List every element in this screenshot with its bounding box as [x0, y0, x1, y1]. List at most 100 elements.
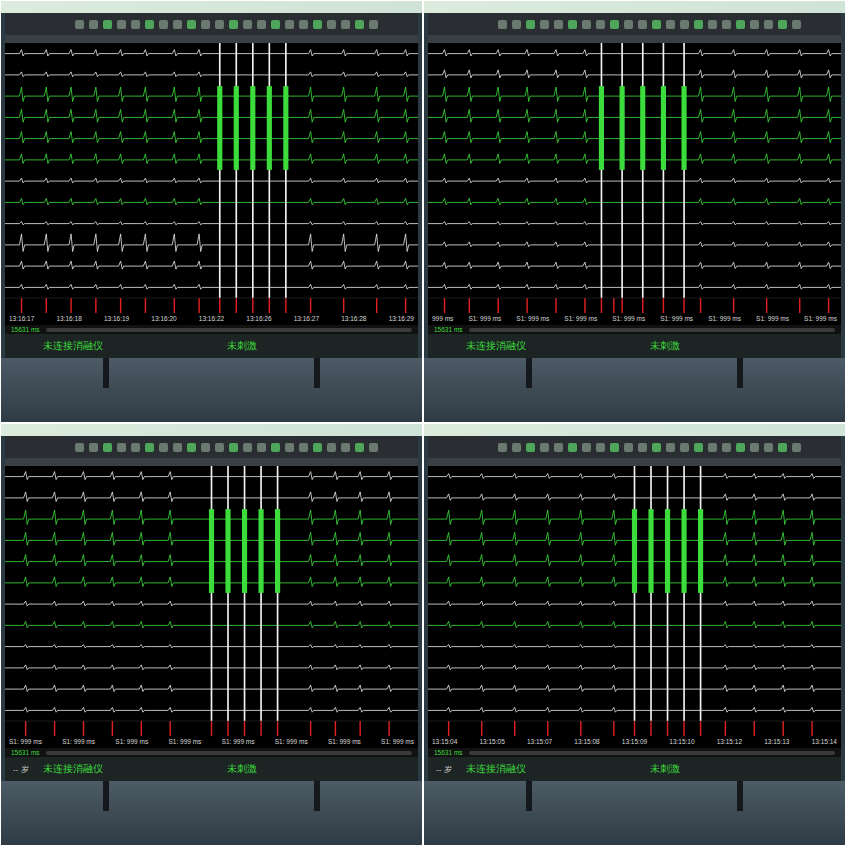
tool-icon[interactable]: [187, 20, 196, 29]
tool-icon[interactable]: [624, 20, 633, 29]
tool-icon[interactable]: [229, 443, 238, 452]
tool-icon[interactable]: [792, 20, 801, 29]
ruler-label: 13:16:22: [199, 314, 224, 324]
tool-icon[interactable]: [299, 20, 308, 29]
tool-icon[interactable]: [512, 20, 521, 29]
tool-icon[interactable]: [498, 20, 507, 29]
tool-icon[interactable]: [512, 443, 521, 452]
tool-icon[interactable]: [313, 443, 322, 452]
scrollbar[interactable]: [469, 328, 835, 332]
tool-icon[interactable]: [568, 443, 577, 452]
tool-icon[interactable]: [271, 20, 280, 29]
tool-icon[interactable]: [243, 443, 252, 452]
tool-icon[interactable]: [355, 20, 364, 29]
tool-icon[interactable]: [243, 20, 252, 29]
tool-icon[interactable]: [750, 443, 759, 452]
tool-icon[interactable]: [792, 443, 801, 452]
pacing-band: [283, 86, 288, 170]
tool-icon[interactable]: [327, 20, 336, 29]
tool-icon[interactable]: [694, 20, 703, 29]
tool-icon[interactable]: [173, 443, 182, 452]
tool-icon[interactable]: [708, 443, 717, 452]
tool-icon[interactable]: [257, 443, 266, 452]
tool-icon[interactable]: [117, 443, 126, 452]
tool-icon[interactable]: [778, 20, 787, 29]
sub-bar: [428, 458, 841, 466]
channel-trace: [5, 132, 418, 143]
tool-icon[interactable]: [526, 20, 535, 29]
tool-icon[interactable]: [285, 20, 294, 29]
tool-icon[interactable]: [327, 443, 336, 452]
tool-icon[interactable]: [89, 443, 98, 452]
scrollbar[interactable]: [469, 751, 835, 755]
tool-icon[interactable]: [103, 443, 112, 452]
tool-icon[interactable]: [764, 20, 773, 29]
tool-icon[interactable]: [610, 20, 619, 29]
tool-icon[interactable]: [652, 443, 661, 452]
tool-icon[interactable]: [624, 443, 633, 452]
tool-icon[interactable]: [285, 443, 294, 452]
tool-icon[interactable]: [582, 20, 591, 29]
tool-icon[interactable]: [498, 443, 507, 452]
tool-icon[interactable]: [568, 20, 577, 29]
tool-icon[interactable]: [159, 443, 168, 452]
tool-icon[interactable]: [187, 443, 196, 452]
pacing-spike: [667, 466, 669, 721]
tool-icon[interactable]: [271, 443, 280, 452]
tool-icon[interactable]: [722, 443, 731, 452]
tool-icon[interactable]: [159, 20, 168, 29]
tool-icon[interactable]: [145, 443, 154, 452]
tool-icon[interactable]: [131, 20, 140, 29]
tool-icon[interactable]: [89, 20, 98, 29]
tool-icon[interactable]: [750, 20, 759, 29]
tool-icon[interactable]: [173, 20, 182, 29]
tool-icon[interactable]: [131, 443, 140, 452]
tool-icon[interactable]: [369, 443, 378, 452]
tool-icon[interactable]: [145, 20, 154, 29]
tool-icon[interactable]: [596, 443, 605, 452]
tool-icon[interactable]: [638, 20, 647, 29]
tool-icon[interactable]: [694, 443, 703, 452]
tool-icon[interactable]: [341, 20, 350, 29]
tool-icon[interactable]: [313, 20, 322, 29]
tool-icon[interactable]: [229, 20, 238, 29]
tool-icon[interactable]: [117, 20, 126, 29]
tool-icon[interactable]: [652, 20, 661, 29]
tool-icon[interactable]: [596, 20, 605, 29]
tool-icon[interactable]: [708, 20, 717, 29]
tool-icon[interactable]: [736, 443, 745, 452]
tool-icon[interactable]: [540, 443, 549, 452]
tool-icon[interactable]: [540, 20, 549, 29]
tool-icon[interactable]: [778, 443, 787, 452]
tool-icon[interactable]: [341, 443, 350, 452]
tool-icon[interactable]: [582, 443, 591, 452]
tool-icon[interactable]: [215, 443, 224, 452]
tool-icon[interactable]: [736, 20, 745, 29]
stim-marker: [211, 721, 212, 736]
tool-icon[interactable]: [666, 443, 675, 452]
tool-icon[interactable]: [201, 20, 210, 29]
tool-icon[interactable]: [526, 443, 535, 452]
tool-icon[interactable]: [201, 443, 210, 452]
tool-icon[interactable]: [369, 20, 378, 29]
tool-icon[interactable]: [355, 443, 364, 452]
scrollbar[interactable]: [46, 751, 412, 755]
tool-icon[interactable]: [257, 20, 266, 29]
tool-icon[interactable]: [215, 20, 224, 29]
status-bar: 未连接消融仪未刺激: [5, 334, 418, 358]
stim-status: 未刺激: [227, 762, 257, 776]
tool-icon[interactable]: [680, 443, 689, 452]
tool-icon[interactable]: [722, 20, 731, 29]
tool-icon[interactable]: [299, 443, 308, 452]
tool-icon[interactable]: [75, 443, 84, 452]
tool-icon[interactable]: [554, 443, 563, 452]
tool-icon[interactable]: [103, 20, 112, 29]
scrollbar[interactable]: [46, 328, 412, 332]
tool-icon[interactable]: [680, 20, 689, 29]
tool-icon[interactable]: [610, 443, 619, 452]
tool-icon[interactable]: [554, 20, 563, 29]
tool-icon[interactable]: [764, 443, 773, 452]
tool-icon[interactable]: [666, 20, 675, 29]
tool-icon[interactable]: [75, 20, 84, 29]
tool-icon[interactable]: [638, 443, 647, 452]
